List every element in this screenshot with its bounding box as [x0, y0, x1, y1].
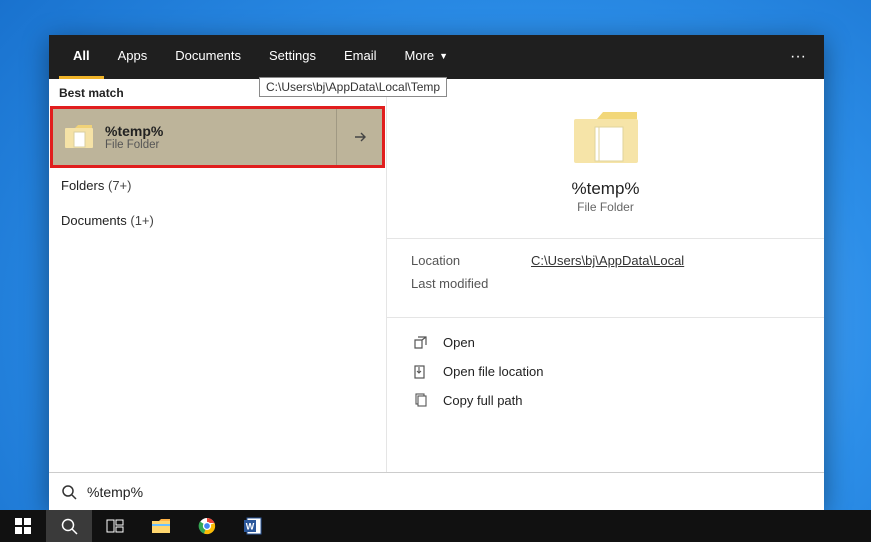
preview-pane: %temp% File Folder Location C:\Users\bj\…	[387, 79, 824, 472]
chevron-down-icon: ▼	[439, 51, 448, 61]
action-open[interactable]: Open	[405, 328, 806, 357]
action-open-file-location-label: Open file location	[443, 364, 543, 379]
result-item-temp-folder[interactable]: %temp% File Folder	[50, 106, 385, 168]
result-title: %temp%	[105, 123, 336, 139]
arrow-right-icon[interactable]	[336, 109, 382, 165]
search-input[interactable]	[87, 484, 812, 500]
file-explorer-icon[interactable]	[138, 510, 184, 542]
meta-last-modified-label: Last modified	[411, 276, 531, 291]
category-folders[interactable]: Folders (7+)	[49, 168, 386, 203]
path-tooltip: C:\Users\bj\AppData\Local\Temp	[259, 77, 447, 97]
word-icon[interactable]: W	[230, 510, 276, 542]
meta-location-link[interactable]: C:\Users\bj\AppData\Local	[531, 253, 684, 268]
action-open-label: Open	[443, 335, 475, 350]
tab-more[interactable]: More ▼	[391, 35, 463, 79]
category-documents-label: Documents	[61, 213, 127, 228]
result-subtitle: File Folder	[105, 139, 336, 151]
results-list: Best match %temp% File Folder	[49, 79, 387, 472]
tab-settings[interactable]: Settings	[255, 35, 330, 79]
category-documents-count: (1+)	[130, 213, 153, 228]
action-copy-full-path[interactable]: Copy full path	[405, 386, 806, 415]
overflow-menu-button[interactable]: ···	[780, 35, 816, 79]
tab-all[interactable]: All	[59, 35, 104, 79]
svg-text:W: W	[246, 522, 255, 532]
category-folders-label: Folders	[61, 178, 104, 193]
tab-apps[interactable]: Apps	[104, 35, 162, 79]
open-icon	[411, 335, 429, 350]
category-folders-count: (7+)	[108, 178, 131, 193]
task-view-button[interactable]	[92, 510, 138, 542]
start-button[interactable]	[0, 510, 46, 542]
copy-icon	[411, 393, 429, 408]
preview-subtitle: File Folder	[577, 200, 634, 214]
taskbar-search-button[interactable]	[46, 510, 92, 542]
folder-open-icon	[411, 364, 429, 379]
tab-documents[interactable]: Documents	[161, 35, 255, 79]
search-box	[49, 472, 824, 510]
action-copy-full-path-label: Copy full path	[443, 393, 523, 408]
search-icon	[61, 484, 77, 500]
tab-email[interactable]: Email	[330, 35, 391, 79]
search-window: All Apps Documents Settings Email More ▼…	[49, 35, 824, 510]
taskbar: W	[0, 510, 871, 542]
category-documents[interactable]: Documents (1+)	[49, 203, 386, 238]
folder-icon-large	[571, 109, 641, 167]
meta-location-label: Location	[411, 253, 531, 268]
action-open-file-location[interactable]: Open file location	[405, 357, 806, 386]
tab-more-label: More	[405, 48, 435, 63]
folder-icon	[53, 124, 105, 150]
chrome-icon[interactable]	[184, 510, 230, 542]
preview-title: %temp%	[571, 179, 639, 199]
search-tabs: All Apps Documents Settings Email More ▼…	[49, 35, 824, 79]
